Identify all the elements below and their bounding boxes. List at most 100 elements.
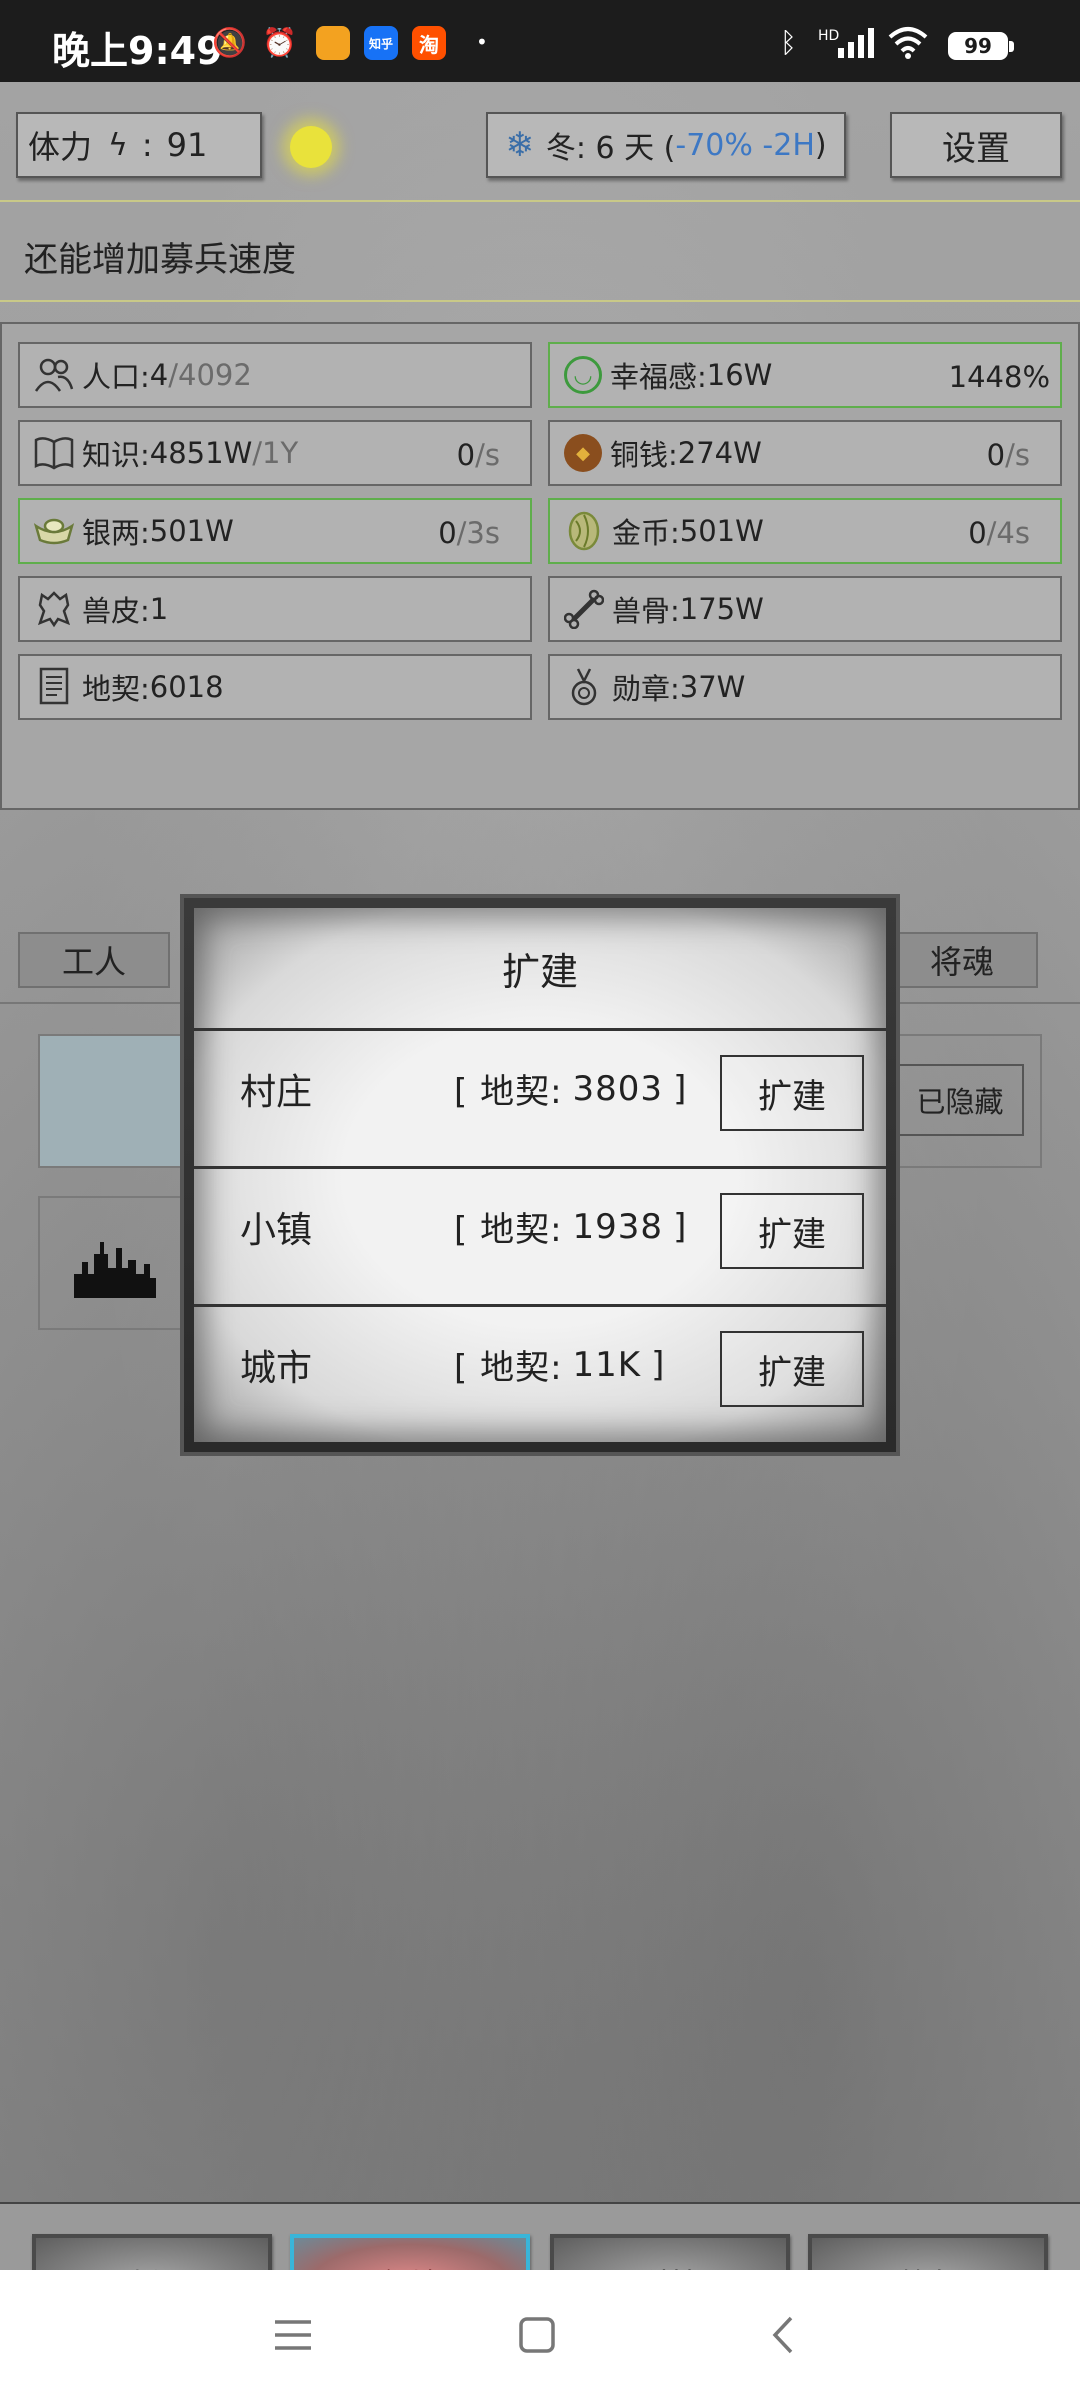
card-thumbnail bbox=[40, 1036, 200, 1166]
season-text: 冬: 6 天 ( bbox=[545, 131, 676, 166]
resource-label: 勋章: bbox=[612, 672, 680, 706]
book-icon bbox=[34, 433, 74, 473]
home-icon[interactable] bbox=[512, 2308, 562, 2362]
resource-value: 501W bbox=[149, 514, 234, 548]
resource-happiness: ◡ 幸福感: 16W 1448% bbox=[548, 342, 1062, 408]
resource-value: 274W bbox=[677, 436, 762, 470]
alarm-icon: ⏰ bbox=[262, 25, 297, 59]
taobao-app-icon: 淘 bbox=[412, 26, 446, 60]
smiley-icon: ◡ bbox=[564, 356, 602, 394]
system-nav-bar bbox=[0, 2270, 1080, 2400]
zhihu-app-icon: 知乎 bbox=[364, 26, 398, 60]
cost-prefix: [ 地契: bbox=[454, 1210, 563, 1250]
rate-value: 0 bbox=[986, 438, 1006, 472]
people-icon bbox=[34, 355, 74, 395]
rate-value: 0 bbox=[968, 516, 987, 550]
tab-general-souls[interactable]: 将魂 bbox=[886, 932, 1038, 988]
more-dot-icon: • bbox=[476, 30, 488, 54]
cost-prefix: [ 地契: bbox=[454, 1348, 563, 1388]
tab-workers[interactable]: 工人 bbox=[18, 932, 170, 988]
resource-population: 人口: 4 /4092 bbox=[18, 342, 532, 408]
resource-rate: 0/3s bbox=[438, 516, 500, 550]
expand-row-cost: [ 地契: 1938 ] bbox=[454, 1169, 687, 1284]
expand-village-button[interactable]: 扩建 bbox=[720, 1055, 864, 1131]
expand-town-button[interactable]: 扩建 bbox=[720, 1193, 864, 1269]
season-display[interactable]: ❄ 冬: 6 天 ( -70% -2H ) bbox=[486, 112, 846, 178]
resource-value: 1 bbox=[149, 592, 169, 626]
status-time: 晚上9:49 bbox=[52, 29, 223, 73]
rate-unit: /4s bbox=[986, 516, 1030, 550]
expand-city-button[interactable]: 扩建 bbox=[720, 1331, 864, 1407]
resource-label: 幸福感: bbox=[610, 360, 707, 394]
expand-dialog: 扩建 村庄 [ 地契: 3803 ] 扩建 小镇 [ 地契: 1938 ] 扩建 bbox=[180, 894, 900, 1456]
resource-rate: 0/s bbox=[987, 438, 1030, 472]
city-skyline-icon bbox=[72, 1234, 158, 1302]
lightning-icon: ϟ bbox=[108, 127, 128, 163]
resource-hide: 兽皮: 1 bbox=[18, 576, 532, 642]
expand-row-town: 小镇 [ 地契: 1938 ] 扩建 bbox=[194, 1166, 886, 1284]
expand-row-city: 城市 [ 地契: 11K ] 扩建 bbox=[194, 1304, 886, 1422]
menu-icon[interactable] bbox=[268, 2308, 318, 2362]
resource-deed: 地契: 6018 bbox=[18, 654, 532, 720]
settings-button[interactable]: 设置 bbox=[890, 112, 1062, 178]
resource-value: 16W bbox=[706, 358, 773, 392]
bluetooth-icon: ᛒ bbox=[780, 25, 797, 59]
bone-icon bbox=[564, 589, 604, 629]
resource-label: 银两: bbox=[82, 516, 150, 550]
cost-suffix: ] bbox=[673, 1206, 688, 1247]
resource-cap: /1Y bbox=[252, 436, 299, 470]
expand-row-name: 村庄 bbox=[240, 1071, 313, 1113]
resource-label: 地契: bbox=[82, 672, 150, 706]
mute-bell-icon: 🔕 bbox=[212, 25, 247, 59]
status-bar: 晚上9:49 🔕 ⏰ 知乎 淘 • ᛒ HD 99 bbox=[0, 0, 1080, 82]
hidden-toggle-button[interactable]: 已隐藏 bbox=[896, 1064, 1024, 1136]
silver-ingot-icon bbox=[34, 511, 74, 551]
resource-label: 金币: bbox=[612, 516, 680, 550]
resource-rate: 1448% bbox=[948, 360, 1050, 394]
game-screen: 体力 ϟ : 91 ❄ 冬: 6 天 ( -70% -2H ) 设置 还能增加募… bbox=[0, 82, 1080, 2352]
resource-knowledge: 知识: 4851W /1Y 0/s bbox=[18, 420, 532, 486]
cost-value: 1938 bbox=[572, 1206, 664, 1247]
deed-icon bbox=[34, 667, 74, 707]
cost-value: 3803 bbox=[572, 1068, 664, 1109]
resource-rate: 0/s bbox=[457, 438, 500, 472]
resource-label: 兽皮: bbox=[82, 594, 150, 628]
hide-icon bbox=[34, 589, 74, 629]
resource-label: 铜钱: bbox=[610, 438, 678, 472]
resource-bone: 兽骨: 175W bbox=[548, 576, 1062, 642]
resource-label: 人口: bbox=[82, 360, 150, 394]
resource-medal: 勋章: 37W bbox=[548, 654, 1062, 720]
resource-panel: 人口: 4 /4092 ◡ 幸福感: 16W 1448% 知识: 4851W /… bbox=[0, 322, 1080, 810]
gold-coin-icon bbox=[564, 511, 604, 551]
rate-unit: /s bbox=[1005, 438, 1030, 472]
dialog-title: 扩建 bbox=[501, 949, 578, 994]
rate-unit: /s bbox=[475, 438, 500, 472]
season-modifier: -70% -2H bbox=[675, 127, 815, 163]
medal-icon bbox=[564, 667, 604, 707]
notes-app-icon bbox=[316, 26, 350, 60]
rate-value: 0 bbox=[456, 438, 476, 472]
stamina-label: 体力 bbox=[28, 128, 93, 166]
expand-row-cost: [ 地契: 3803 ] bbox=[454, 1031, 687, 1146]
signal-icon bbox=[836, 24, 876, 60]
rate-unit: /3s bbox=[456, 516, 500, 550]
battery-indicator: 99 bbox=[948, 32, 1014, 60]
stamina-value: 91 bbox=[166, 126, 208, 164]
resource-value: 37W bbox=[679, 670, 746, 704]
expand-row-name: 城市 bbox=[240, 1347, 313, 1389]
hint-text: 还能增加募兵速度 bbox=[0, 200, 1080, 302]
resource-value: 6018 bbox=[149, 670, 224, 704]
cost-prefix: [ 地契: bbox=[454, 1072, 563, 1112]
dialog-body: 扩建 村庄 [ 地契: 3803 ] 扩建 小镇 [ 地契: 1938 ] 扩建 bbox=[194, 908, 886, 1442]
copper-coin-icon: ◆ bbox=[564, 434, 602, 472]
city-card[interactable] bbox=[38, 1196, 198, 1330]
cost-suffix: ] bbox=[673, 1068, 688, 1109]
stamina-display: 体力 ϟ : 91 bbox=[16, 112, 262, 178]
resource-copper: ◆ 铜钱: 274W 0/s bbox=[548, 420, 1062, 486]
back-icon[interactable] bbox=[758, 2308, 808, 2362]
sun-icon bbox=[290, 126, 332, 168]
cost-value: 11K bbox=[572, 1344, 642, 1385]
cost-suffix: ] bbox=[651, 1344, 666, 1385]
season-close: ) bbox=[814, 127, 827, 163]
wifi-icon bbox=[886, 24, 930, 60]
